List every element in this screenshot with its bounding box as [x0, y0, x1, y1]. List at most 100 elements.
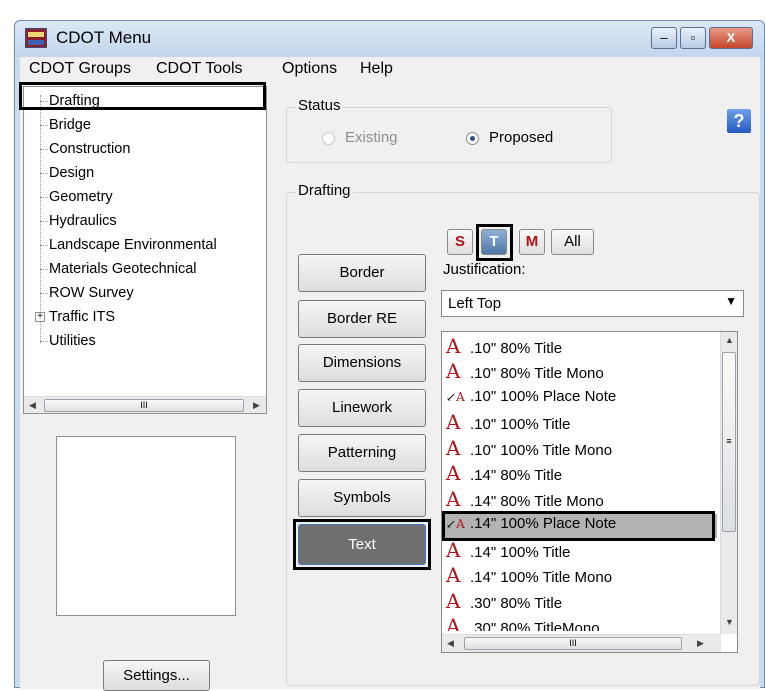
tree-item-construction[interactable]: Construction [49, 141, 130, 157]
symbols-button[interactable]: Symbols [298, 479, 426, 517]
text-style-icon: A [446, 487, 461, 511]
dimensions-button[interactable]: Dimensions [298, 344, 426, 382]
text-style-icon: A [446, 589, 461, 613]
list-item[interactable]: A .14" 80% Title [446, 463, 562, 487]
filter-m-button[interactable]: M [519, 229, 545, 255]
filter-t-highlight [476, 224, 513, 261]
scroll-up-icon[interactable]: ▲ [721, 332, 738, 349]
text-style-icon: A [446, 563, 461, 587]
text-button-highlight [293, 519, 431, 570]
symbol-preview-pane [56, 436, 236, 616]
expand-traffic-its-icon[interactable]: + [35, 312, 45, 322]
tree-tick [40, 221, 48, 222]
list-vscroll-thumb[interactable]: ≡ [722, 352, 736, 532]
text-style-icon: A [446, 410, 461, 434]
tree-tick [40, 341, 48, 342]
tree-item-landscape-environmental[interactable]: Landscape Environmental [49, 237, 217, 253]
list-item-label: .30" 80% Title [470, 595, 563, 612]
scroll-right-icon[interactable]: ▶ [692, 635, 709, 652]
place-note-icon: ↙A [446, 390, 465, 404]
list-item-label: .14" 100% Title Mono [470, 569, 613, 586]
list-item[interactable]: A .10" 100% Title [446, 412, 570, 436]
list-item[interactable]: A .30" 80% Title [446, 591, 562, 615]
list-item[interactable]: A .10" 100% Title Mono [446, 438, 612, 462]
scroll-left-icon[interactable]: ◀ [24, 397, 41, 414]
text-style-icon: A [446, 461, 461, 485]
tree-drafting-highlight [19, 82, 266, 110]
proposed-label: Proposed [489, 129, 554, 146]
list-item[interactable]: A .14" 80% Title Mono [446, 489, 604, 513]
tree-tick [40, 149, 48, 150]
text-style-icon: A [446, 616, 461, 631]
proposed-radio[interactable] [466, 132, 479, 145]
list-hscroll-thumb[interactable]: III [464, 637, 682, 650]
groups-tree[interactable]: + Drafting Bridge Construction Design Ge… [23, 86, 267, 414]
tree-item-utilities[interactable]: Utilities [49, 333, 96, 349]
menu-help[interactable]: Help [360, 60, 393, 78]
tree-tick [40, 173, 48, 174]
tree-item-hydraulics[interactable]: Hydraulics [49, 213, 117, 229]
list-item[interactable]: A .30" 80% TitleMono [446, 616, 600, 631]
tree-tick [40, 293, 48, 294]
status-group-label: Status [296, 97, 343, 114]
settings-button[interactable]: Settings... [103, 660, 210, 691]
existing-radio[interactable] [322, 132, 335, 145]
tree-tick [40, 269, 48, 270]
list-item[interactable]: A .10" 80% Title Mono [446, 361, 604, 385]
menu-options[interactable]: Options [282, 60, 337, 78]
filter-all-button[interactable]: All [551, 229, 594, 255]
list-item-label: .30" 80% TitleMono [470, 620, 600, 631]
scroll-down-icon[interactable]: ▼ [721, 614, 738, 631]
title-bar[interactable]: CDOT Menu – ▫ X [15, 21, 764, 57]
minimize-button[interactable]: – [651, 27, 677, 49]
list-vertical-scrollbar[interactable]: ▲ ≡ ▼ [720, 332, 737, 634]
help-icon[interactable]: ? [727, 109, 751, 133]
tree-tick [40, 125, 48, 126]
list-item-label: .14" 80% Title [470, 467, 563, 484]
tree-connector [40, 95, 41, 343]
tree-item-traffic-its[interactable]: Traffic ITS [49, 309, 115, 325]
list-horizontal-scrollbar[interactable]: ◀ III ▶ [442, 634, 721, 652]
selected-row-highlight [442, 511, 715, 541]
window-title: CDOT Menu [56, 28, 152, 47]
list-item[interactable]: ↙A .10" 100% Place Note [446, 387, 616, 411]
border-re-button[interactable]: Border RE [298, 300, 426, 338]
text-style-list[interactable]: A .10" 80% Title A .10" 80% Title Mono ↙A.… [441, 331, 738, 653]
chevron-down-icon[interactable]: ▼ [725, 294, 737, 308]
tree-item-row-survey[interactable]: ROW Survey [49, 285, 134, 301]
list-item[interactable]: A .14" 100% Title [446, 540, 570, 564]
close-button[interactable]: X [709, 27, 753, 49]
tree-item-materials-geotechnical[interactable]: Materials Geotechnical [49, 261, 197, 277]
justification-dropdown[interactable]: Left Top ▼ [441, 290, 744, 317]
text-style-icon: A [446, 334, 461, 358]
filter-s-button[interactable]: S [447, 229, 473, 255]
cdot-menu-window: CDOT Menu – ▫ X CDOT Groups CDOT Tools O… [14, 20, 765, 691]
list-item-label: .14" 100% Title [470, 544, 571, 561]
maximize-button[interactable]: ▫ [680, 27, 706, 49]
list-item[interactable]: A .14" 100% Title Mono [446, 565, 612, 589]
tree-scroll-thumb[interactable]: III [44, 399, 244, 412]
existing-label: Existing [345, 129, 398, 146]
text-style-icon: A [446, 538, 461, 562]
drafting-group-label: Drafting [296, 182, 353, 199]
tree-item-design[interactable]: Design [49, 165, 94, 181]
tree-item-bridge[interactable]: Bridge [49, 117, 91, 133]
tree-item-geometry[interactable]: Geometry [49, 189, 113, 205]
menu-bar: CDOT Groups CDOT Tools Options Help [20, 57, 760, 83]
menu-cdot-groups[interactable]: CDOT Groups [29, 60, 131, 78]
scroll-right-icon[interactable]: ▶ [248, 397, 265, 414]
tree-horizontal-scrollbar[interactable]: ◀ III ▶ [24, 396, 266, 413]
list-item-label: .10" 80% Title [470, 340, 563, 357]
patterning-button[interactable]: Patterning [298, 434, 426, 472]
justification-label: Justification: [443, 261, 526, 278]
list-item[interactable]: A .10" 80% Title [446, 336, 562, 360]
linework-button[interactable]: Linework [298, 389, 426, 427]
text-style-icon: A [446, 436, 461, 460]
tree-tick [40, 245, 48, 246]
scroll-left-icon[interactable]: ◀ [442, 635, 459, 652]
border-button[interactable]: Border [298, 254, 426, 292]
list-item-label: .10" 100% Title [470, 416, 571, 433]
menu-cdot-tools[interactable]: CDOT Tools [156, 60, 243, 78]
justification-value: Left Top [448, 295, 502, 312]
list-item-label: .10" 80% Title Mono [470, 365, 604, 382]
